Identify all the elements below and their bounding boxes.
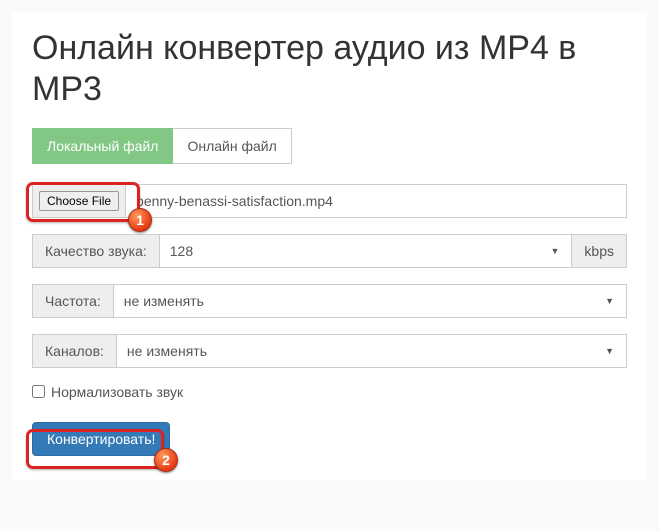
frequency-row: Частота: не изменять	[32, 284, 627, 318]
converter-panel: Онлайн конвертер аудио из MP4 в MP3 Лока…	[12, 12, 647, 480]
normalize-checkbox[interactable]	[32, 385, 45, 398]
quality-row: Качество звука: 128 kbps	[32, 234, 627, 268]
filename-display: benny-benassi-satisfaction.mp4	[125, 184, 627, 218]
frequency-select[interactable]: не изменять	[113, 284, 627, 318]
channels-row: Каналов: не изменять	[32, 334, 627, 368]
page-title: Онлайн конвертер аудио из MP4 в MP3	[32, 28, 627, 110]
channels-select[interactable]: не изменять	[116, 334, 627, 368]
quality-label: Качество звука:	[32, 234, 159, 268]
quality-unit: kbps	[572, 234, 627, 268]
convert-button[interactable]: Конвертировать!	[32, 422, 170, 456]
channels-label: Каналов:	[32, 334, 116, 368]
normalize-label: Нормализовать звук	[51, 384, 183, 400]
quality-select[interactable]: 128	[159, 234, 573, 268]
file-row: Choose File benny-benassi-satisfaction.m…	[32, 184, 627, 218]
tab-local-file[interactable]: Локальный файл	[32, 128, 173, 164]
normalize-row: Нормализовать звук	[32, 384, 627, 400]
source-tabs: Локальный файл Онлайн файл	[32, 128, 627, 164]
tab-online-file[interactable]: Онлайн файл	[173, 128, 291, 164]
choose-file-wrap: Choose File	[32, 184, 125, 218]
frequency-label: Частота:	[32, 284, 113, 318]
choose-file-button[interactable]: Choose File	[39, 191, 119, 211]
